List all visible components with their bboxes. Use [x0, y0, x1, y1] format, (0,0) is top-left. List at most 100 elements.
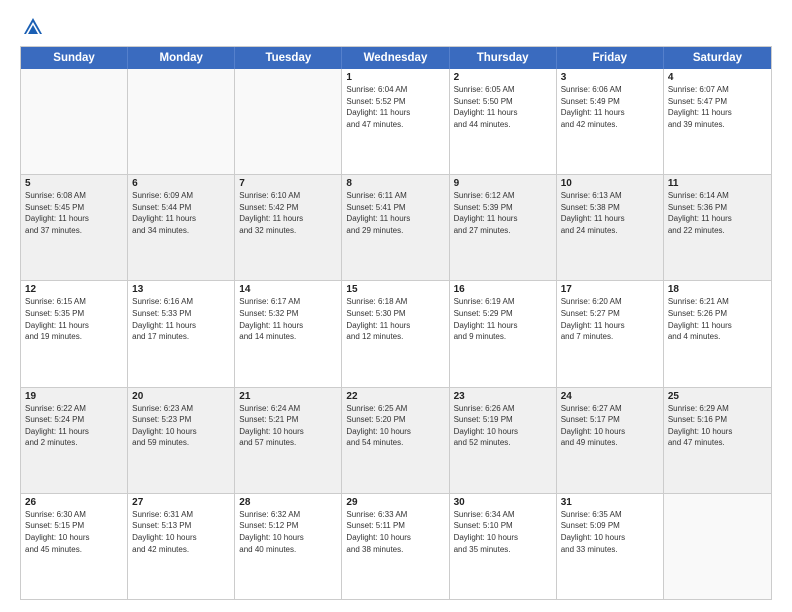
day-info: Sunrise: 6:04 AM Sunset: 5:52 PM Dayligh… — [346, 84, 444, 130]
day-number: 30 — [454, 497, 552, 508]
day-cell-15: 15Sunrise: 6:18 AM Sunset: 5:30 PM Dayli… — [342, 281, 449, 386]
day-info: Sunrise: 6:14 AM Sunset: 5:36 PM Dayligh… — [668, 190, 767, 236]
day-info: Sunrise: 6:24 AM Sunset: 5:21 PM Dayligh… — [239, 403, 337, 449]
day-number: 25 — [668, 391, 767, 402]
calendar-week-3: 12Sunrise: 6:15 AM Sunset: 5:35 PM Dayli… — [21, 280, 771, 386]
day-info: Sunrise: 6:10 AM Sunset: 5:42 PM Dayligh… — [239, 190, 337, 236]
day-number: 17 — [561, 284, 659, 295]
empty-cell — [128, 69, 235, 174]
day-cell-30: 30Sunrise: 6:34 AM Sunset: 5:10 PM Dayli… — [450, 494, 557, 599]
day-number: 6 — [132, 178, 230, 189]
day-info: Sunrise: 6:18 AM Sunset: 5:30 PM Dayligh… — [346, 296, 444, 342]
day-info: Sunrise: 6:30 AM Sunset: 5:15 PM Dayligh… — [25, 509, 123, 555]
day-number: 14 — [239, 284, 337, 295]
header — [20, 16, 772, 38]
day-number: 21 — [239, 391, 337, 402]
day-number: 13 — [132, 284, 230, 295]
header-day-tuesday: Tuesday — [235, 47, 342, 69]
day-number: 7 — [239, 178, 337, 189]
day-number: 11 — [668, 178, 767, 189]
day-cell-29: 29Sunrise: 6:33 AM Sunset: 5:11 PM Dayli… — [342, 494, 449, 599]
day-info: Sunrise: 6:12 AM Sunset: 5:39 PM Dayligh… — [454, 190, 552, 236]
day-cell-2: 2Sunrise: 6:05 AM Sunset: 5:50 PM Daylig… — [450, 69, 557, 174]
day-info: Sunrise: 6:21 AM Sunset: 5:26 PM Dayligh… — [668, 296, 767, 342]
page: SundayMondayTuesdayWednesdayThursdayFrid… — [0, 0, 792, 612]
day-cell-12: 12Sunrise: 6:15 AM Sunset: 5:35 PM Dayli… — [21, 281, 128, 386]
day-number: 10 — [561, 178, 659, 189]
day-cell-31: 31Sunrise: 6:35 AM Sunset: 5:09 PM Dayli… — [557, 494, 664, 599]
day-number: 5 — [25, 178, 123, 189]
day-info: Sunrise: 6:06 AM Sunset: 5:49 PM Dayligh… — [561, 84, 659, 130]
day-number: 27 — [132, 497, 230, 508]
day-cell-18: 18Sunrise: 6:21 AM Sunset: 5:26 PM Dayli… — [664, 281, 771, 386]
header-day-thursday: Thursday — [450, 47, 557, 69]
day-cell-5: 5Sunrise: 6:08 AM Sunset: 5:45 PM Daylig… — [21, 175, 128, 280]
day-number: 20 — [132, 391, 230, 402]
day-cell-27: 27Sunrise: 6:31 AM Sunset: 5:13 PM Dayli… — [128, 494, 235, 599]
day-cell-23: 23Sunrise: 6:26 AM Sunset: 5:19 PM Dayli… — [450, 388, 557, 493]
day-cell-8: 8Sunrise: 6:11 AM Sunset: 5:41 PM Daylig… — [342, 175, 449, 280]
day-info: Sunrise: 6:33 AM Sunset: 5:11 PM Dayligh… — [346, 509, 444, 555]
day-cell-14: 14Sunrise: 6:17 AM Sunset: 5:32 PM Dayli… — [235, 281, 342, 386]
day-info: Sunrise: 6:09 AM Sunset: 5:44 PM Dayligh… — [132, 190, 230, 236]
calendar-week-2: 5Sunrise: 6:08 AM Sunset: 5:45 PM Daylig… — [21, 174, 771, 280]
day-info: Sunrise: 6:23 AM Sunset: 5:23 PM Dayligh… — [132, 403, 230, 449]
day-info: Sunrise: 6:32 AM Sunset: 5:12 PM Dayligh… — [239, 509, 337, 555]
day-cell-6: 6Sunrise: 6:09 AM Sunset: 5:44 PM Daylig… — [128, 175, 235, 280]
day-info: Sunrise: 6:11 AM Sunset: 5:41 PM Dayligh… — [346, 190, 444, 236]
header-day-friday: Friday — [557, 47, 664, 69]
calendar: SundayMondayTuesdayWednesdayThursdayFrid… — [20, 46, 772, 600]
day-cell-25: 25Sunrise: 6:29 AM Sunset: 5:16 PM Dayli… — [664, 388, 771, 493]
day-info: Sunrise: 6:25 AM Sunset: 5:20 PM Dayligh… — [346, 403, 444, 449]
day-number: 12 — [25, 284, 123, 295]
header-day-wednesday: Wednesday — [342, 47, 449, 69]
day-cell-26: 26Sunrise: 6:30 AM Sunset: 5:15 PM Dayli… — [21, 494, 128, 599]
day-number: 28 — [239, 497, 337, 508]
day-cell-10: 10Sunrise: 6:13 AM Sunset: 5:38 PM Dayli… — [557, 175, 664, 280]
day-cell-4: 4Sunrise: 6:07 AM Sunset: 5:47 PM Daylig… — [664, 69, 771, 174]
day-number: 15 — [346, 284, 444, 295]
day-cell-3: 3Sunrise: 6:06 AM Sunset: 5:49 PM Daylig… — [557, 69, 664, 174]
day-info: Sunrise: 6:05 AM Sunset: 5:50 PM Dayligh… — [454, 84, 552, 130]
day-number: 31 — [561, 497, 659, 508]
day-number: 24 — [561, 391, 659, 402]
day-number: 2 — [454, 72, 552, 83]
day-number: 19 — [25, 391, 123, 402]
calendar-header: SundayMondayTuesdayWednesdayThursdayFrid… — [21, 47, 771, 69]
day-info: Sunrise: 6:16 AM Sunset: 5:33 PM Dayligh… — [132, 296, 230, 342]
day-cell-22: 22Sunrise: 6:25 AM Sunset: 5:20 PM Dayli… — [342, 388, 449, 493]
day-number: 4 — [668, 72, 767, 83]
day-number: 26 — [25, 497, 123, 508]
day-cell-16: 16Sunrise: 6:19 AM Sunset: 5:29 PM Dayli… — [450, 281, 557, 386]
day-info: Sunrise: 6:07 AM Sunset: 5:47 PM Dayligh… — [668, 84, 767, 130]
day-info: Sunrise: 6:22 AM Sunset: 5:24 PM Dayligh… — [25, 403, 123, 449]
day-cell-24: 24Sunrise: 6:27 AM Sunset: 5:17 PM Dayli… — [557, 388, 664, 493]
day-number: 9 — [454, 178, 552, 189]
day-info: Sunrise: 6:20 AM Sunset: 5:27 PM Dayligh… — [561, 296, 659, 342]
day-cell-20: 20Sunrise: 6:23 AM Sunset: 5:23 PM Dayli… — [128, 388, 235, 493]
day-info: Sunrise: 6:08 AM Sunset: 5:45 PM Dayligh… — [25, 190, 123, 236]
day-info: Sunrise: 6:34 AM Sunset: 5:10 PM Dayligh… — [454, 509, 552, 555]
day-number: 23 — [454, 391, 552, 402]
day-cell-28: 28Sunrise: 6:32 AM Sunset: 5:12 PM Dayli… — [235, 494, 342, 599]
empty-cell — [21, 69, 128, 174]
day-number: 3 — [561, 72, 659, 83]
day-info: Sunrise: 6:19 AM Sunset: 5:29 PM Dayligh… — [454, 296, 552, 342]
day-number: 16 — [454, 284, 552, 295]
day-number: 18 — [668, 284, 767, 295]
day-number: 8 — [346, 178, 444, 189]
day-cell-17: 17Sunrise: 6:20 AM Sunset: 5:27 PM Dayli… — [557, 281, 664, 386]
calendar-body: 1Sunrise: 6:04 AM Sunset: 5:52 PM Daylig… — [21, 69, 771, 599]
header-day-sunday: Sunday — [21, 47, 128, 69]
day-cell-1: 1Sunrise: 6:04 AM Sunset: 5:52 PM Daylig… — [342, 69, 449, 174]
calendar-week-4: 19Sunrise: 6:22 AM Sunset: 5:24 PM Dayli… — [21, 387, 771, 493]
header-day-monday: Monday — [128, 47, 235, 69]
day-info: Sunrise: 6:29 AM Sunset: 5:16 PM Dayligh… — [668, 403, 767, 449]
day-cell-19: 19Sunrise: 6:22 AM Sunset: 5:24 PM Dayli… — [21, 388, 128, 493]
empty-cell — [235, 69, 342, 174]
day-cell-11: 11Sunrise: 6:14 AM Sunset: 5:36 PM Dayli… — [664, 175, 771, 280]
day-info: Sunrise: 6:13 AM Sunset: 5:38 PM Dayligh… — [561, 190, 659, 236]
day-info: Sunrise: 6:31 AM Sunset: 5:13 PM Dayligh… — [132, 509, 230, 555]
day-info: Sunrise: 6:17 AM Sunset: 5:32 PM Dayligh… — [239, 296, 337, 342]
day-cell-7: 7Sunrise: 6:10 AM Sunset: 5:42 PM Daylig… — [235, 175, 342, 280]
